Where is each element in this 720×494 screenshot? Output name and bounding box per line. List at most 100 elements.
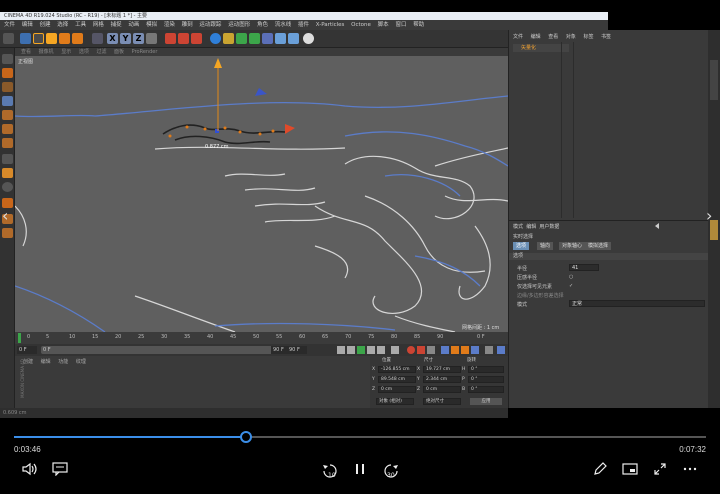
more-options-icon[interactable] <box>680 462 700 478</box>
x-axis-icon[interactable]: X <box>107 33 118 44</box>
back-arrow-icon[interactable] <box>653 223 659 229</box>
size-mode-dropdown[interactable]: 绝对尺寸 <box>423 398 461 405</box>
menu-animate[interactable]: 动画 <box>128 22 139 28</box>
menu-character[interactable]: 角色 <box>257 22 268 28</box>
go-start-icon[interactable] <box>337 346 345 354</box>
radius-field[interactable]: 41 <box>569 264 599 271</box>
cube-icon[interactable] <box>210 33 221 44</box>
max-frame-field[interactable]: 90 F <box>287 346 307 354</box>
obj-menu-tags[interactable]: 标签 <box>583 34 593 40</box>
timeline-ruler[interactable]: 0 5 10 15 20 25 30 35 40 45 50 55 60 65 … <box>15 332 508 344</box>
pen-icon[interactable] <box>590 462 610 478</box>
pos-x-field[interactable]: -126.855 cm <box>378 366 416 373</box>
menu-octane[interactable]: Octone <box>351 22 371 28</box>
polygon-mode-icon[interactable] <box>2 138 13 148</box>
obj-menu-objects[interactable]: 对象 <box>566 34 576 40</box>
pause-icon[interactable] <box>350 462 370 478</box>
transform-icon[interactable] <box>92 33 103 44</box>
menu-sculpt[interactable]: 雕刻 <box>182 22 193 28</box>
scale-icon[interactable] <box>46 33 57 44</box>
rotate-icon[interactable] <box>59 33 70 44</box>
rot-p-field[interactable]: 0 ° <box>468 376 504 383</box>
render-settings-icon[interactable] <box>191 33 202 44</box>
world-icon[interactable] <box>146 33 157 44</box>
workplane-icon[interactable] <box>2 96 13 106</box>
render-view-icon[interactable] <box>165 33 176 44</box>
recent-tool-icon[interactable] <box>72 33 83 44</box>
miniplayer-icon[interactable] <box>620 462 640 478</box>
tab-object-axis[interactable]: 对象轴心 <box>559 242 586 250</box>
point-mode-icon[interactable] <box>2 110 13 120</box>
move-icon[interactable] <box>33 33 44 44</box>
menu-create[interactable]: 创建 <box>40 22 51 28</box>
prev-arrow-icon[interactable]: ‹ <box>2 206 8 225</box>
viewport-menu-cameras[interactable]: 摄像机 <box>39 49 54 55</box>
prev-key-icon[interactable] <box>347 346 355 354</box>
obj-menu-edit[interactable]: 编辑 <box>531 34 541 40</box>
side-tab-objects[interactable] <box>710 60 718 100</box>
menu-mograph[interactable]: 运动图形 <box>228 22 250 28</box>
go-end-icon[interactable] <box>377 346 385 354</box>
attr-menu-userdata[interactable]: 用户数据 <box>539 224 559 230</box>
pos-z-field[interactable]: 0 cm <box>378 386 416 393</box>
scene-icon[interactable] <box>275 33 286 44</box>
key-scale-icon[interactable] <box>451 346 459 354</box>
array-icon[interactable] <box>249 33 260 44</box>
key-rotation-icon[interactable] <box>461 346 469 354</box>
select-icon[interactable] <box>20 33 31 44</box>
record-icon[interactable] <box>407 346 415 354</box>
forward-icon[interactable]: 30 <box>378 462 402 479</box>
only-visible-checkbox[interactable]: ✓ <box>569 283 573 289</box>
viewport-menu-filter[interactable]: 过滤 <box>96 49 106 55</box>
menu-render[interactable]: 渲染 <box>164 22 175 28</box>
texture-mode-icon[interactable] <box>2 82 13 92</box>
menu-xparticles[interactable]: X-Particles <box>316 22 345 28</box>
make-editable-icon[interactable] <box>2 54 13 64</box>
timeline-menu-icon[interactable] <box>497 346 505 354</box>
viewport-menu-options[interactable]: 选项 <box>79 49 89 55</box>
material-menu-texture[interactable]: 纹理 <box>76 359 86 365</box>
seek-thumb[interactable] <box>239 431 252 443</box>
key-pla-icon[interactable] <box>485 346 493 354</box>
rewind-icon[interactable]: 10 <box>319 462 343 479</box>
frame-range-slider[interactable]: 0 F <box>41 346 281 354</box>
tab-soft-selection[interactable]: 模拟选择 <box>585 242 612 250</box>
subdivide-icon[interactable] <box>236 33 247 44</box>
loop-icon[interactable] <box>391 346 399 354</box>
edge-mode-icon[interactable] <box>2 124 13 134</box>
workplane-align-icon[interactable] <box>2 228 13 238</box>
key-param-icon[interactable] <box>471 346 479 354</box>
mode-dropdown[interactable]: 正常 <box>569 300 705 307</box>
pen-icon[interactable] <box>223 33 234 44</box>
menu-select[interactable]: 选择 <box>57 22 68 28</box>
playhead[interactable] <box>18 333 21 343</box>
key-position-icon[interactable] <box>441 346 449 354</box>
size-y-field[interactable]: 2.344 cm <box>423 376 461 383</box>
attr-menu-mode[interactable]: 模式 <box>513 224 523 230</box>
coord-mode-dropdown[interactable]: 对象 (相对) <box>376 398 414 405</box>
camera-icon[interactable] <box>288 33 299 44</box>
viewport-menu-display[interactable]: 显示 <box>61 49 71 55</box>
volume-icon[interactable] <box>20 462 40 478</box>
pos-y-field[interactable]: 89.548 cm <box>378 376 416 383</box>
next-arrow-icon[interactable]: › <box>706 206 712 225</box>
pressure-radius-toggle[interactable]: ○ <box>569 274 573 280</box>
auto-key-icon[interactable] <box>417 346 425 354</box>
rot-b-field[interactable]: 0 ° <box>468 386 504 393</box>
menu-motion-tracking[interactable]: 运动跟踪 <box>199 22 221 28</box>
attr-menu-edit[interactable]: 编辑 <box>526 224 536 230</box>
model-mode-icon[interactable] <box>2 68 13 78</box>
viewport-front[interactable]: 正视图 0.877 cm 网格间距 : 1 cm <box>15 56 508 332</box>
viewport-menu-panel[interactable]: 面板 <box>114 49 124 55</box>
menu-help[interactable]: 帮助 <box>413 22 424 28</box>
menu-window[interactable]: 窗口 <box>395 22 406 28</box>
seek-bar[interactable] <box>14 431 706 443</box>
z-axis-icon[interactable]: Z <box>133 33 144 44</box>
obj-menu-view[interactable]: 查看 <box>548 34 558 40</box>
tab-axis[interactable]: 轴向 <box>537 242 554 250</box>
menu-script[interactable]: 脚本 <box>378 22 389 28</box>
undo-icon[interactable] <box>3 33 14 44</box>
menu-file[interactable]: 文件 <box>4 22 15 28</box>
menu-mesh[interactable]: 网格 <box>93 22 104 28</box>
size-x-field[interactable]: 19.727 cm <box>423 366 461 373</box>
